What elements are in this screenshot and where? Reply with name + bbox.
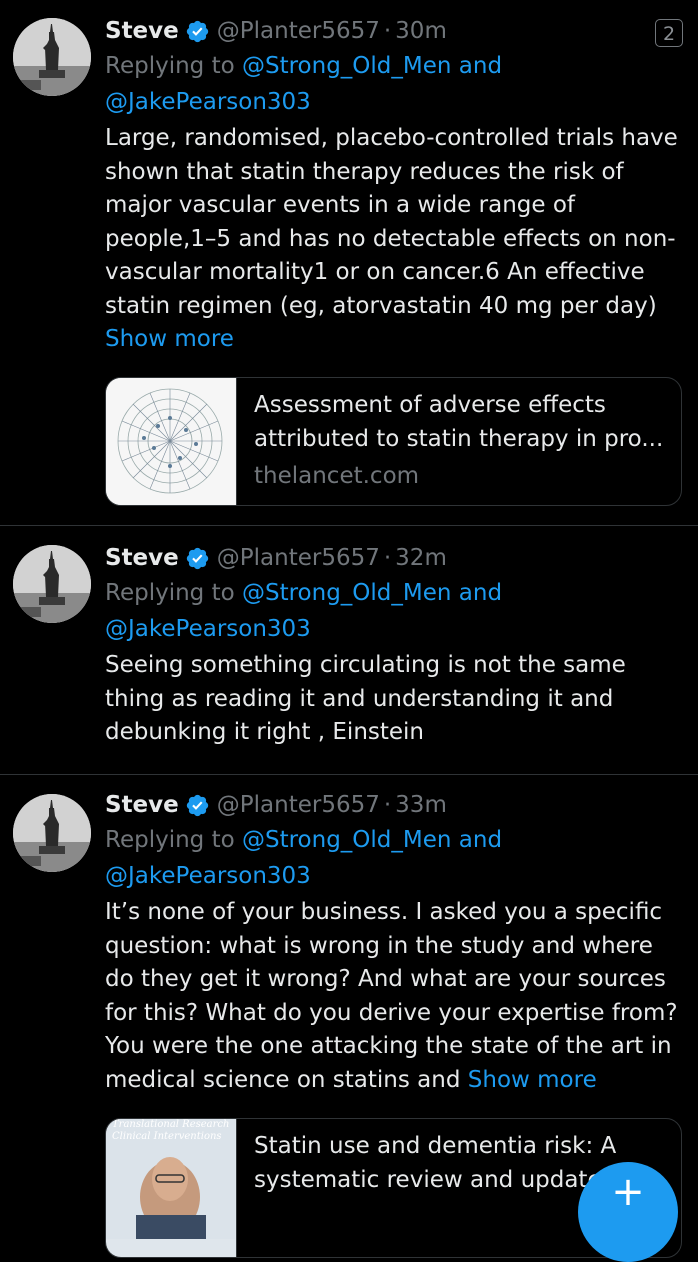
- card-title: Assessment of adverse effects attributed…: [254, 392, 664, 452]
- replying-to: Replying to @Strong_Old_Men and @JakePea…: [105, 575, 686, 647]
- mention-link[interactable]: @Strong_Old_Men: [242, 580, 451, 606]
- link-card[interactable]: Assessment of adverse effects attributed…: [105, 377, 682, 506]
- tweet-text: Large, randomised, placebo-controlled tr…: [105, 122, 686, 357]
- show-more-link[interactable]: Show more: [105, 326, 234, 352]
- compose-plus-icon: +: [611, 1169, 645, 1215]
- reply-count-badge: 2: [655, 19, 683, 47]
- author-handle[interactable]: @Planter5657: [217, 14, 380, 48]
- thumb-line: Clinical Interventions: [112, 1131, 222, 1142]
- timestamp[interactable]: 33m: [395, 788, 447, 822]
- avatar-image: [13, 545, 91, 623]
- verified-badge-icon: [185, 546, 210, 571]
- tweet[interactable]: Steve @Planter5657 · 33m Replying to @St…: [0, 774, 698, 1258]
- author-handle[interactable]: @Planter5657: [217, 788, 380, 822]
- mention-link[interactable]: @JakePearson303: [105, 616, 311, 642]
- and-others-link[interactable]: and: [459, 580, 502, 606]
- tweet-header: Steve @Planter5657 · 30m: [105, 14, 686, 48]
- tweet-text: It’s none of your business. I asked you …: [105, 896, 686, 1097]
- mention-link[interactable]: @Strong_Old_Men: [242, 827, 451, 853]
- replying-prefix: Replying to: [105, 580, 235, 606]
- card-thumbnail: [106, 378, 237, 505]
- card-thumbnail: Translational Research Clinical Interven…: [106, 1119, 237, 1257]
- tweet-text: Seeing something circulating is not the …: [105, 649, 686, 750]
- avatar-image: [13, 18, 91, 96]
- separator-dot: ·: [383, 792, 392, 818]
- tweet-body: Large, randomised, placebo-controlled tr…: [105, 125, 678, 319]
- separator-dot: ·: [383, 18, 392, 44]
- verified-badge-icon: [185, 19, 210, 44]
- replying-to: Replying to @Strong_Old_Men and @JakePea…: [105, 48, 686, 120]
- avatar[interactable]: [13, 18, 91, 96]
- replying-to: Replying to @Strong_Old_Men and @JakePea…: [105, 822, 686, 894]
- mention-link[interactable]: @JakePearson303: [105, 89, 311, 115]
- tweet[interactable]: Steve @Planter5657 · 30m Replying to @St…: [0, 0, 698, 526]
- replying-prefix: Replying to: [105, 827, 235, 853]
- author-name[interactable]: Steve: [105, 541, 179, 575]
- avatar-image: [13, 794, 91, 872]
- author-name[interactable]: Steve: [105, 788, 179, 822]
- circular-chart-thumbnail-icon: [106, 378, 235, 505]
- avatar[interactable]: [13, 794, 91, 872]
- card-text: Assessment of adverse effects attributed…: [254, 388, 669, 494]
- show-more-link[interactable]: Show more: [468, 1067, 597, 1093]
- thumb-journal-title: Translational Research Clinical Interven…: [112, 1119, 236, 1143]
- avatar[interactable]: [13, 545, 91, 623]
- mention-link[interactable]: @JakePearson303: [105, 863, 311, 889]
- timestamp[interactable]: 30m: [395, 14, 447, 48]
- separator-dot: ·: [383, 545, 392, 571]
- mention-link[interactable]: @Strong_Old_Men: [242, 53, 451, 79]
- thumb-line: Translational Research: [112, 1119, 230, 1130]
- card-domain: thelancet.com: [254, 463, 420, 489]
- and-others-link[interactable]: and: [459, 827, 502, 853]
- verified-badge-icon: [185, 793, 210, 818]
- author-name[interactable]: Steve: [105, 14, 179, 48]
- tweet-header: Steve @Planter5657 · 32m: [105, 541, 686, 575]
- tweet-body: It’s none of your business. I asked you …: [105, 899, 678, 1093]
- timestamp[interactable]: 32m: [395, 541, 447, 575]
- tweet-header: Steve @Planter5657 · 33m: [105, 788, 686, 822]
- compose-button[interactable]: +: [578, 1162, 678, 1262]
- author-handle[interactable]: @Planter5657: [217, 541, 380, 575]
- replying-prefix: Replying to: [105, 53, 235, 79]
- and-others-link[interactable]: and: [459, 53, 502, 79]
- tweet-body: Seeing something circulating is not the …: [105, 652, 626, 745]
- tweet[interactable]: Steve @Planter5657 · 32m Replying to @St…: [0, 525, 698, 775]
